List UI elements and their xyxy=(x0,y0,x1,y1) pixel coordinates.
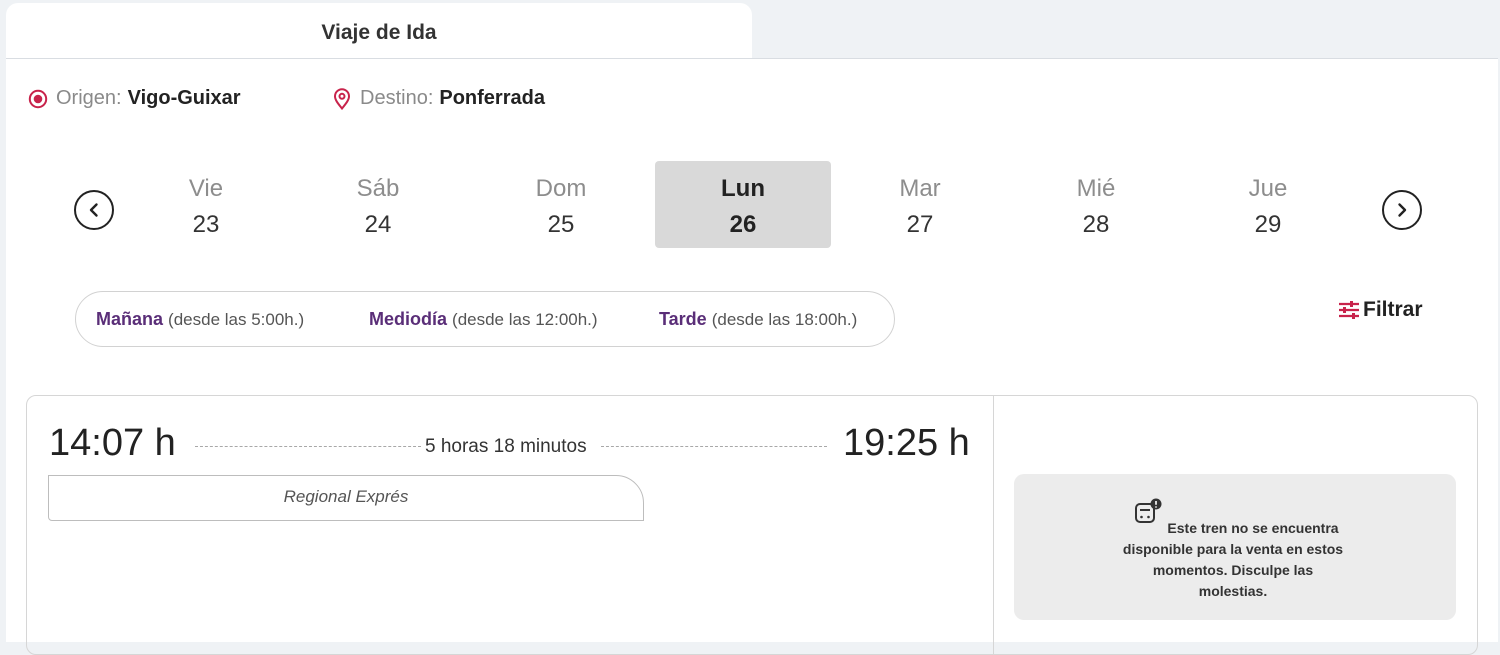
time-filter-manana[interactable]: Mañana (desde las 5:00h.) xyxy=(96,309,304,330)
date-day-number: 27 xyxy=(906,211,934,238)
date-tab-jue[interactable]: Jue 29 xyxy=(1180,161,1356,248)
service-type-tag: Regional Exprés xyxy=(48,475,644,521)
destination-value: Ponferrada xyxy=(439,87,545,109)
train-result-card[interactable]: 14:07 h 5 horas 18 minutos 19:25 h Regio… xyxy=(26,395,1478,655)
date-day-number: 26 xyxy=(729,211,757,238)
date-day-number: 23 xyxy=(192,211,220,238)
time-filter-range: (desde las 5:00h.) xyxy=(168,310,305,329)
date-tab-sab[interactable]: Sáb 24 xyxy=(290,161,466,248)
date-day-number: 28 xyxy=(1082,211,1110,238)
time-filter-tarde[interactable]: Tarde (desde las 18:00h.) xyxy=(659,309,857,330)
prev-dates-button[interactable] xyxy=(74,190,114,230)
filter-label: Filtrar xyxy=(1363,298,1423,321)
unavailable-notice: Este tren no se encuentra disponible par… xyxy=(1014,474,1456,620)
date-day-name: Sáb xyxy=(356,175,400,202)
chevron-left-icon xyxy=(86,202,102,218)
time-filter-range: (desde las 18:00h.) xyxy=(711,310,858,329)
time-filter-range: (desde las 12:00h.) xyxy=(452,310,598,329)
destination-label: Destino: xyxy=(360,87,434,109)
departure-time: 14:07 h xyxy=(49,422,176,464)
card-divider xyxy=(993,396,994,654)
filter-button[interactable]: Filtrar xyxy=(1338,298,1423,322)
sliders-icon xyxy=(1338,300,1360,320)
chevron-right-icon xyxy=(1394,202,1410,218)
date-day-name: Mar xyxy=(899,175,941,202)
journey-panel: Origen: Vigo-Guixar Destino: Ponferrada … xyxy=(6,58,1498,655)
time-filter-name: Mañana xyxy=(96,309,164,329)
time-filter-name: Tarde xyxy=(659,309,707,329)
tab-viaje-de-ida[interactable]: Viaje de Ida xyxy=(6,3,752,61)
radio-target-icon xyxy=(28,89,48,109)
date-day-name: Lun xyxy=(721,175,765,202)
origin-value: Vigo-Guixar xyxy=(127,87,241,109)
time-filter-name: Mediodía xyxy=(369,309,448,329)
date-day-number: 24 xyxy=(364,211,392,238)
date-day-name: Jue xyxy=(1248,175,1288,202)
next-dates-button[interactable] xyxy=(1382,190,1422,230)
date-tab-dom[interactable]: Dom 25 xyxy=(473,161,649,248)
date-tab-vie[interactable]: Vie 23 xyxy=(118,161,294,248)
journey-line-right xyxy=(601,446,827,447)
arrival-time: 19:25 h xyxy=(843,422,970,464)
tab-label: Viaje de Ida xyxy=(321,21,437,44)
time-filter-mediodia[interactable]: Mediodía (desde las 12:00h.) xyxy=(369,309,598,330)
date-day-name: Dom xyxy=(535,175,587,202)
route-destination: Destino: Ponferrada xyxy=(332,87,545,110)
date-tab-mie[interactable]: Mié 28 xyxy=(1008,161,1184,248)
route-origin: Origen: Vigo-Guixar xyxy=(28,87,241,110)
date-day-name: Mié xyxy=(1076,175,1116,202)
map-pin-icon xyxy=(332,87,352,110)
date-day-number: 25 xyxy=(547,211,575,238)
journey-duration: 5 horas 18 minutos xyxy=(425,436,587,457)
unavailable-message: Este tren no se encuentra disponible par… xyxy=(1122,520,1344,599)
date-day-number: 29 xyxy=(1254,211,1282,238)
date-day-name: Vie xyxy=(188,175,224,202)
date-tab-lun[interactable]: Lun 26 xyxy=(655,161,831,248)
journey-line-left xyxy=(195,446,421,447)
origin-label: Origen: xyxy=(56,87,122,109)
time-of-day-filter: Mañana (desde las 5:00h.) Mediodía (desd… xyxy=(75,291,895,347)
date-tab-mar[interactable]: Mar 27 xyxy=(832,161,1008,248)
